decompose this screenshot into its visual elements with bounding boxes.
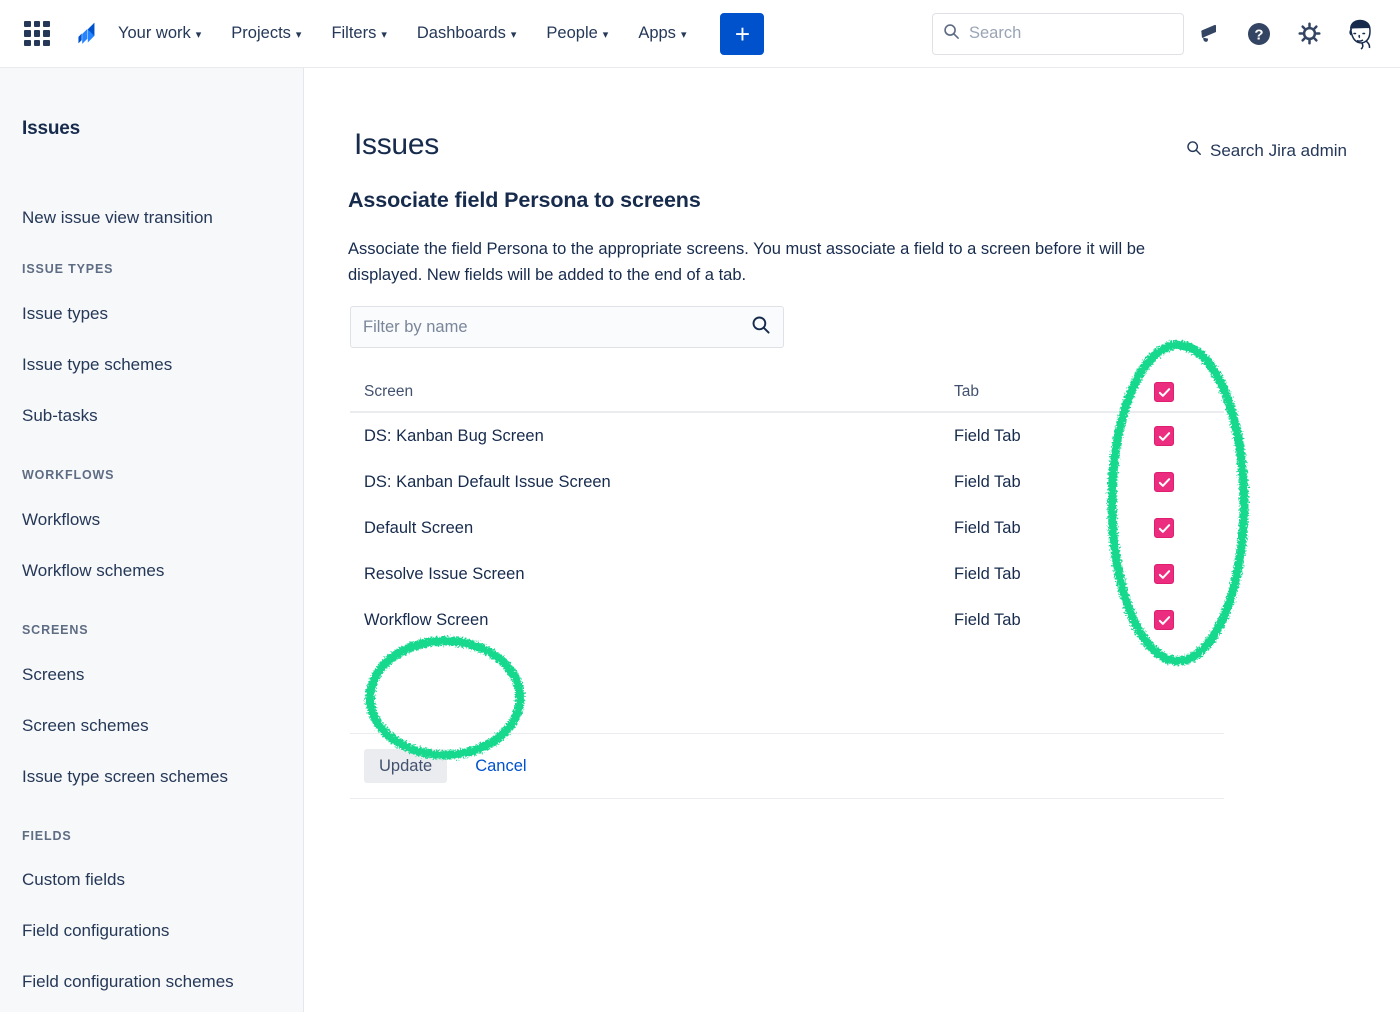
- column-header-screen: Screen: [350, 383, 924, 401]
- main-content: Issues Search Jira admin Associate field…: [304, 68, 1400, 1012]
- nav-item-apps[interactable]: Apps ▾: [626, 14, 698, 54]
- chevron-down-icon: ▾: [511, 28, 517, 41]
- sidebar-item-sub-tasks[interactable]: Sub-tasks: [0, 406, 98, 426]
- filter-input[interactable]: [363, 318, 751, 337]
- cell-tab-name: Field Tab: [924, 473, 1104, 492]
- nav-item-label: Your work: [118, 24, 191, 43]
- cell-tab-name: Field Tab: [924, 565, 1104, 584]
- cell-checkbox: [1104, 564, 1224, 584]
- sidebar-heading-fields: FIELDS: [0, 829, 72, 843]
- page-title: Issues: [354, 128, 439, 162]
- nav-item-label: People: [546, 24, 597, 43]
- cell-checkbox: [1104, 426, 1224, 446]
- global-search-box[interactable]: [932, 13, 1184, 55]
- chevron-down-icon: ▾: [296, 28, 302, 41]
- sidebar-title: Issues: [0, 68, 303, 140]
- sidebar-heading-workflows: WORKFLOWS: [0, 468, 114, 482]
- row-checkbox[interactable]: [1154, 426, 1174, 446]
- row-checkbox[interactable]: [1154, 564, 1174, 584]
- search-icon: [1186, 140, 1202, 161]
- sidebar-heading-screens: SCREENS: [0, 623, 88, 637]
- top-navigation-bar: Your work ▾ Projects ▾ Filters ▾ Dashboa…: [0, 0, 1400, 68]
- admin-sidebar: Issues New issue view transition ISSUE T…: [0, 68, 304, 1012]
- cell-tab-name: Field Tab: [924, 519, 1104, 538]
- user-avatar[interactable]: [1340, 14, 1380, 54]
- search-jira-admin-label: Search Jira admin: [1210, 141, 1347, 161]
- sidebar-item-issue-types[interactable]: Issue types: [0, 304, 108, 324]
- sidebar-item-new-issue-view-transition[interactable]: New issue view transition: [0, 208, 213, 228]
- nav-item-label: Apps: [638, 24, 676, 43]
- search-icon: [751, 315, 771, 340]
- cell-screen-name: DS: Kanban Bug Screen: [350, 427, 924, 446]
- settings-gear-icon[interactable]: [1284, 12, 1334, 56]
- table-row[interactable]: DS: Kanban Bug Screen Field Tab: [350, 413, 1224, 459]
- nav-item-dashboards[interactable]: Dashboards ▾: [405, 14, 529, 54]
- sidebar-item-workflow-schemes[interactable]: Workflow schemes: [0, 561, 164, 581]
- update-button[interactable]: Update: [364, 749, 447, 783]
- cell-tab-name: Field Tab: [924, 611, 1104, 630]
- search-input[interactable]: [969, 24, 1173, 43]
- sidebar-item-issue-type-schemes[interactable]: Issue type schemes: [0, 355, 172, 375]
- table-row[interactable]: Default Screen Field Tab: [350, 505, 1224, 551]
- table-header-row: Screen Tab: [350, 373, 1224, 413]
- sidebar-item-field-configurations[interactable]: Field configurations: [0, 921, 169, 941]
- row-checkbox[interactable]: [1154, 610, 1174, 630]
- row-checkbox[interactable]: [1154, 472, 1174, 492]
- sidebar-item-issue-type-screen-schemes[interactable]: Issue type screen schemes: [0, 767, 228, 787]
- table-row[interactable]: Resolve Issue Screen Field Tab: [350, 551, 1224, 597]
- cancel-link[interactable]: Cancel: [475, 757, 526, 776]
- row-checkbox[interactable]: [1154, 518, 1174, 538]
- nav-right-section: ?: [932, 12, 1400, 56]
- table-row[interactable]: DS: Kanban Default Issue Screen Field Ta…: [350, 459, 1224, 505]
- jira-logo-icon[interactable]: [70, 19, 100, 49]
- nav-item-your-work[interactable]: Your work ▾: [106, 14, 213, 54]
- nav-item-projects[interactable]: Projects ▾: [219, 14, 313, 54]
- create-button[interactable]: +: [720, 13, 764, 55]
- sidebar-item-field-configuration-schemes[interactable]: Field configuration schemes: [0, 972, 234, 992]
- cell-tab-name: Field Tab: [924, 427, 1104, 446]
- select-all-checkbox[interactable]: [1154, 382, 1174, 402]
- column-header-tab: Tab: [924, 383, 1104, 401]
- nav-item-label: Filters: [331, 24, 376, 43]
- sidebar-item-screen-schemes[interactable]: Screen schemes: [0, 716, 149, 736]
- cell-screen-name: Resolve Issue Screen: [350, 565, 924, 584]
- form-actions: Update Cancel: [350, 733, 1224, 799]
- cell-checkbox: [1104, 610, 1224, 630]
- chevron-down-icon: ▾: [681, 28, 687, 41]
- cell-screen-name: Default Screen: [350, 519, 924, 538]
- chevron-down-icon: ▾: [381, 28, 387, 41]
- filter-by-name-box[interactable]: [350, 306, 784, 348]
- sidebar-item-custom-fields[interactable]: Custom fields: [0, 870, 125, 890]
- search-icon: [943, 23, 960, 45]
- chevron-down-icon: ▾: [603, 28, 609, 41]
- svg-text:?: ?: [1254, 26, 1263, 43]
- chevron-down-icon: ▾: [196, 28, 202, 41]
- nav-item-label: Dashboards: [417, 24, 506, 43]
- cell-screen-name: DS: Kanban Default Issue Screen: [350, 473, 924, 492]
- cell-screen-name: Workflow Screen: [350, 611, 924, 630]
- app-switcher-grid-icon[interactable]: [22, 19, 52, 49]
- sidebar-item-screens[interactable]: Screens: [0, 665, 84, 685]
- column-header-checkbox-cell: [1104, 382, 1224, 402]
- section-description: Associate the field Persona to the appro…: [348, 236, 1203, 288]
- help-question-icon[interactable]: ?: [1234, 12, 1284, 56]
- notifications-bell-icon[interactable]: [1184, 12, 1234, 56]
- nav-item-people[interactable]: People ▾: [534, 14, 620, 54]
- table-row[interactable]: Workflow Screen Field Tab: [350, 597, 1224, 643]
- cell-checkbox: [1104, 472, 1224, 492]
- nav-item-filters[interactable]: Filters ▾: [319, 14, 398, 54]
- cell-checkbox: [1104, 518, 1224, 538]
- section-heading: Associate field Persona to screens: [348, 188, 701, 213]
- search-jira-admin-link[interactable]: Search Jira admin: [1186, 140, 1347, 161]
- sidebar-item-workflows[interactable]: Workflows: [0, 510, 100, 530]
- screens-table: Screen Tab DS: Kanban Bug Screen Field T…: [350, 373, 1224, 643]
- sidebar-heading-issue-types: ISSUE TYPES: [0, 262, 113, 276]
- nav-item-label: Projects: [231, 24, 291, 43]
